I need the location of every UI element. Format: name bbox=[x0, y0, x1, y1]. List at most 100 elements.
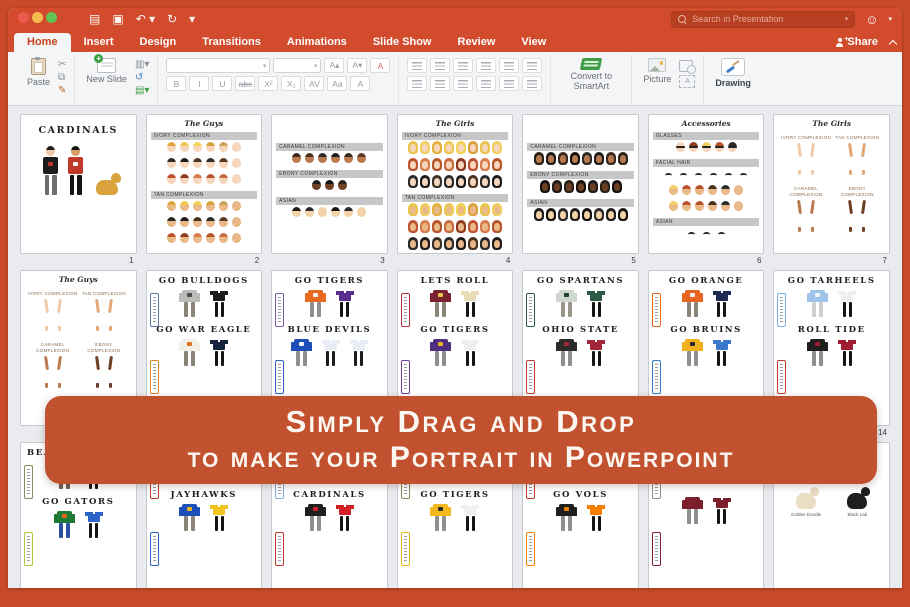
line-spacing-icon[interactable] bbox=[499, 58, 519, 73]
picture-icon bbox=[648, 58, 666, 72]
indent-increase-icon[interactable] bbox=[476, 58, 496, 73]
tab-design[interactable]: Design bbox=[127, 33, 190, 52]
frow bbox=[398, 203, 513, 220]
section-label: GLASSES bbox=[653, 132, 760, 140]
slide-thumbnail-7[interactable]: The GirlsIVORY COMPLEXIONTAN COMPLEXIONC… bbox=[773, 114, 890, 254]
font-button-2[interactable]: U bbox=[212, 76, 232, 91]
slide-thumbnail-3[interactable]: CARAMEL COMPLEXIONEBONY COMPLEXIONASIAN bbox=[271, 114, 388, 254]
armbar bbox=[861, 199, 866, 213]
font-button-8[interactable]: A bbox=[350, 76, 370, 91]
bars bbox=[481, 62, 491, 70]
guy-outfit bbox=[294, 339, 309, 366]
leg bbox=[843, 351, 846, 366]
format-painter-icon[interactable]: ✎ bbox=[58, 86, 66, 96]
leg bbox=[568, 516, 572, 531]
shapes-icon[interactable] bbox=[679, 60, 693, 72]
justify-icon[interactable] bbox=[476, 76, 496, 91]
align-right-icon[interactable] bbox=[453, 76, 473, 91]
quad: TAN COMPLEXION bbox=[832, 132, 883, 183]
text-box-icon[interactable]: A bbox=[679, 75, 695, 88]
leg bbox=[346, 302, 349, 317]
zoom-button[interactable] bbox=[46, 12, 57, 23]
indent-decrease-icon[interactable] bbox=[453, 58, 473, 73]
align-center-icon[interactable] bbox=[430, 76, 450, 91]
promo-banner: Simply Drag and Drop to make your Portra… bbox=[45, 396, 877, 484]
minimize-button[interactable] bbox=[32, 12, 43, 23]
columns-icon[interactable] bbox=[522, 58, 542, 73]
paste-button[interactable]: Paste bbox=[24, 57, 53, 88]
tab-slide-show[interactable]: Slide Show bbox=[360, 33, 445, 52]
girl-outfit bbox=[464, 339, 476, 366]
gtop bbox=[464, 342, 476, 350]
smartart-icon bbox=[580, 58, 603, 70]
shrink-font-button[interactable]: A▾ bbox=[347, 58, 367, 73]
new-slide-button[interactable]: New Slide bbox=[83, 57, 130, 86]
font-button-6[interactable]: AV bbox=[304, 76, 324, 91]
save-icon[interactable]: ▣ bbox=[112, 13, 123, 25]
slide-thumbnail-2[interactable]: The GuysIVORY COMPLEXIONTAN COMPLEXION bbox=[146, 114, 263, 254]
face bbox=[232, 217, 241, 227]
convert-smartart-button[interactable]: Convert to SmartArt bbox=[559, 57, 623, 93]
search-box[interactable]: ▾ bbox=[671, 11, 855, 28]
tab-view[interactable]: View bbox=[508, 33, 559, 52]
font-size-combo[interactable]: ▾ bbox=[273, 58, 321, 73]
decor bbox=[548, 211, 554, 219]
font-button-3[interactable]: abc bbox=[235, 76, 255, 91]
slide-script-title: Accessories bbox=[649, 115, 764, 130]
tab-animations[interactable]: Animations bbox=[274, 33, 360, 52]
undo-icon[interactable]: ↶ ▾ bbox=[136, 13, 155, 25]
numbering-icon[interactable] bbox=[430, 58, 450, 73]
redo-icon[interactable]: ↻ bbox=[167, 13, 177, 25]
drawing-button[interactable]: Drawing bbox=[712, 57, 754, 89]
slide-thumbnail-4[interactable]: The GirlsIVORY COMPLEXIONTAN COMPLEXION bbox=[397, 114, 514, 254]
clear-formatting-button[interactable]: A bbox=[370, 58, 390, 73]
mus bbox=[718, 232, 725, 237]
section-icon[interactable]: ▤▾ bbox=[135, 86, 149, 96]
face bbox=[292, 153, 301, 163]
close-button[interactable] bbox=[18, 12, 29, 23]
picture-button[interactable]: Picture bbox=[640, 57, 674, 85]
tab-insert[interactable]: Insert bbox=[71, 33, 127, 52]
feedback-smiley-icon[interactable]: ☺ bbox=[865, 13, 878, 26]
toolbar-options-icon[interactable]: ▾ bbox=[189, 13, 195, 25]
gface bbox=[618, 152, 628, 165]
reset-icon[interactable]: ↺ bbox=[135, 73, 149, 83]
team-title: OHIO STATE bbox=[523, 320, 638, 337]
copy-icon[interactable]: ⧉ bbox=[58, 73, 66, 83]
align-text-icon[interactable] bbox=[522, 76, 542, 91]
font-button-4[interactable]: X² bbox=[258, 76, 278, 91]
leg bbox=[442, 351, 446, 366]
font-button-1[interactable]: I bbox=[189, 76, 209, 91]
collapse-ribbon-icon[interactable] bbox=[889, 39, 897, 47]
bullets-icon[interactable] bbox=[407, 58, 427, 73]
face bbox=[682, 201, 691, 211]
handbar bbox=[811, 170, 814, 175]
font-name-combo[interactable]: ▾ bbox=[166, 58, 270, 73]
font-button-0[interactable]: B bbox=[166, 76, 186, 91]
cut-icon[interactable]: ✂ bbox=[58, 60, 66, 70]
leg bbox=[819, 302, 823, 317]
tab-review[interactable]: Review bbox=[445, 33, 509, 52]
leg bbox=[849, 351, 852, 366]
face bbox=[167, 201, 176, 211]
shirt bbox=[810, 339, 825, 350]
decor bbox=[536, 211, 542, 219]
slide-thumbnail-6[interactable]: AccessoriesGLASSESFACIAL HAIRASIAN bbox=[648, 114, 765, 254]
complexion-label: CARAMEL COMPLEXION bbox=[780, 186, 831, 198]
text-direction-icon[interactable] bbox=[499, 76, 519, 91]
share-button[interactable]: Share bbox=[836, 36, 878, 48]
tab-transitions[interactable]: Transitions bbox=[189, 33, 274, 52]
font-button-5[interactable]: X₂ bbox=[281, 76, 301, 91]
slide-number: 5 bbox=[522, 254, 639, 270]
align-left-icon[interactable] bbox=[407, 76, 427, 91]
show-toolbar-icon[interactable]: ▤ bbox=[89, 13, 100, 25]
grow-font-button[interactable]: A▴ bbox=[324, 58, 344, 73]
slide-thumbnail-5[interactable]: CARAMEL COMPLEXIONEBONY COMPLEXIONASIAN bbox=[522, 114, 639, 254]
tab-home[interactable]: Home bbox=[14, 33, 71, 52]
font-button-7[interactable]: Aa bbox=[327, 76, 347, 91]
search-input[interactable] bbox=[690, 13, 840, 25]
layout-icon[interactable]: ▥▾ bbox=[135, 60, 149, 70]
face bbox=[180, 201, 189, 211]
slide-thumbnail-1[interactable]: CARDINALS bbox=[20, 114, 137, 254]
gtop bbox=[213, 342, 225, 350]
